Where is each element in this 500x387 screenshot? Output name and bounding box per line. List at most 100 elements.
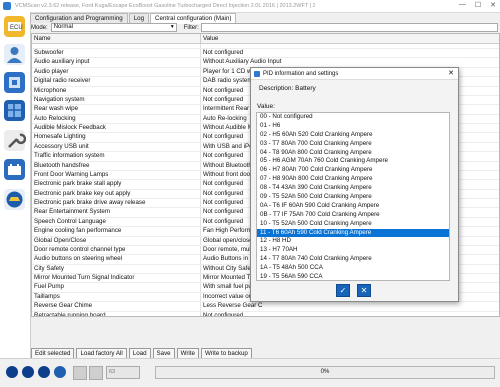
- row-name: Engine cooling fan performance: [32, 227, 201, 236]
- microchip-icon[interactable]: [3, 71, 26, 94]
- list-item[interactable]: 10 - T5 52Ah 500 Cold Cranking Ampere: [257, 220, 449, 229]
- row-name: Audible Mislock Feedback: [32, 124, 201, 133]
- mode-select[interactable]: Normal ▼: [50, 23, 177, 32]
- device-icon[interactable]: [89, 366, 103, 380]
- table-row[interactable]: Reverse Gear Chime Less Reverse Gear C: [32, 302, 499, 312]
- list-item[interactable]: 0A - T6 IF 60Ah 590 Cold Cranking Ampere: [257, 202, 449, 211]
- row-name: Navigation system: [32, 95, 201, 105]
- status-select[interactable]: 63: [106, 366, 140, 379]
- dialog-title: PID information and settings: [263, 70, 339, 77]
- title-bar: VCMScan v2.3.62 release, Ford Kuga/Escap…: [0, 0, 500, 13]
- row-name: Speech Control Language: [32, 217, 201, 227]
- tab-strip: Configuration and Programming Log Centra…: [30, 13, 237, 24]
- mode-label: Mode:: [31, 24, 48, 31]
- filter-label: Filter:: [183, 24, 199, 31]
- table-row[interactable]: Subwoofer Not configured: [32, 49, 499, 59]
- column-header-value[interactable]: Value: [201, 34, 218, 43]
- row-name: Traffic information system: [32, 152, 201, 161]
- row-name: Front Door Warning Lamps: [32, 170, 201, 180]
- row-name: Auto Relocking: [32, 114, 201, 123]
- list-item[interactable]: 08 - T4 43Ah 390 Cold Cranking Ampere: [257, 184, 449, 193]
- row-name: Reverse Gear Chime: [32, 302, 201, 311]
- row-value: Less Reverse Gear C: [203, 302, 263, 310]
- list-item[interactable]: 07 - H8 90Ah 800 Cold Cranking Ampere: [257, 175, 449, 184]
- close-icon[interactable]: ✕: [490, 1, 496, 9]
- table-row[interactable]: Retractable running board Not configured: [32, 311, 499, 317]
- row-name: Audio buttons on steering wheel: [32, 255, 201, 264]
- tab-log[interactable]: Log: [128, 13, 150, 23]
- stop-icon[interactable]: [22, 366, 34, 378]
- row-name: Taillamps: [32, 292, 201, 302]
- dialog-description: Description: Battery: [259, 85, 316, 92]
- row-name: Electronic park brake stall apply: [32, 180, 201, 189]
- chip-icon[interactable]: [3, 99, 26, 122]
- wrench-icon[interactable]: [3, 129, 26, 152]
- action-bar: Edit selected Load factory All Load Save…: [31, 348, 252, 359]
- row-name: Electronic park brake drive away release: [32, 199, 201, 208]
- settings-icon[interactable]: [73, 366, 87, 380]
- connect-icon[interactable]: [54, 366, 66, 378]
- car-body-icon[interactable]: [3, 188, 26, 211]
- app-icon: [3, 2, 11, 10]
- row-value: Without Auxiliary Audio Input: [203, 58, 282, 66]
- ecu-icon[interactable]: ECU: [3, 15, 26, 38]
- list-item[interactable]: 09 - T5 52Ah 500 Cold Cranking Ampere: [257, 193, 449, 202]
- row-name: Subwoofer: [32, 49, 201, 58]
- pid-settings-dialog: PID information and settings ✕ Descripti…: [250, 67, 459, 302]
- chevron-down-icon: ▼: [169, 24, 175, 30]
- play-icon[interactable]: [6, 366, 18, 378]
- ok-button[interactable]: ✓: [336, 284, 350, 297]
- row-name: Audio player: [32, 67, 201, 77]
- row-value: Not configured: [203, 311, 244, 317]
- list-item[interactable]: 06 - H7 80Ah 700 Cold Cranking Ampere: [257, 166, 449, 175]
- dialog-title-bar: PID information and settings ✕: [251, 68, 458, 80]
- row-name: Fuel Pump: [32, 283, 201, 292]
- row-name: Door remote control channel type: [32, 245, 201, 255]
- mode-value: Normal: [53, 24, 74, 30]
- list-item[interactable]: 14 - T7 80Ah 740 Cold Cranking Ampere: [257, 255, 449, 264]
- list-item[interactable]: 01 - H6: [257, 122, 449, 131]
- minimize-icon[interactable]: —: [459, 1, 466, 9]
- row-name: Accessory USB unit: [32, 142, 201, 152]
- list-item[interactable]: 04 - T8 90Ah 800 Cold Cranking Ampere: [257, 149, 449, 158]
- record-icon[interactable]: [38, 366, 50, 378]
- row-name: Electronic park brake key out apply: [32, 189, 201, 198]
- list-item[interactable]: 05 - H6 AGM 70Ah 760 Cold Cranking Amper…: [257, 157, 449, 166]
- row-name: Mirror Mounted Turn Signal Indicator: [32, 274, 201, 283]
- list-item[interactable]: 1A - T5 48Ah 500 CCA: [257, 264, 449, 273]
- value-label: Value:: [257, 103, 275, 110]
- list-item[interactable]: 02 - H5 60Ah 520 Cold Cranking Ampere: [257, 131, 449, 140]
- row-name: Retractable running board: [32, 311, 201, 316]
- window-title: VCMScan v2.3.62 release, Ford Kuga/Escap…: [15, 3, 315, 9]
- list-item[interactable]: 00 - Not configured: [257, 113, 449, 122]
- tab-configuration[interactable]: Configuration and Programming: [30, 13, 128, 23]
- value-listbox[interactable]: 00 - Not configured 01 - H6 02 - H5 60Ah 5…: [256, 112, 450, 281]
- row-name: Audio auxiliary input: [32, 58, 201, 67]
- progress-bar: 0%: [155, 366, 495, 379]
- list-item[interactable]: 0B - T7 IF 75Ah 700 Cold Cranking Ampere: [257, 211, 449, 220]
- mode-bar: Mode: Normal ▼ Filter:: [31, 23, 498, 32]
- list-item[interactable]: 11 - T6 60Ah 590 Cold Cranking Ampere: [257, 228, 449, 238]
- row-name: Global Open/Close: [32, 236, 201, 245]
- row-value: Not configured: [203, 49, 244, 56]
- dialog-app-icon: [254, 70, 260, 77]
- user-icon[interactable]: [3, 43, 26, 66]
- table-header: Name Value: [32, 34, 499, 44]
- row-name: Homesafe Lighting: [32, 133, 201, 142]
- cancel-button[interactable]: ✕: [357, 284, 371, 297]
- battery-icon[interactable]: [3, 158, 26, 181]
- description-value: Battery: [295, 85, 316, 92]
- column-header-name[interactable]: Name: [32, 34, 201, 43]
- list-item[interactable]: 03 - T7 80Ah 700 Cold Cranking Ampere: [257, 140, 449, 149]
- list-item[interactable]: 13 - H7 70AH: [257, 246, 449, 255]
- maximize-icon[interactable]: ☐: [475, 1, 481, 9]
- svg-text:ECU: ECU: [10, 25, 23, 31]
- list-item[interactable]: 19 - T5 56Ah 590 CCA: [257, 273, 449, 280]
- dialog-close-icon[interactable]: ✕: [448, 69, 454, 77]
- filter-input[interactable]: [200, 23, 498, 32]
- left-toolbar: ECU: [0, 12, 31, 358]
- list-item[interactable]: 12 - H8 HD: [257, 237, 449, 246]
- row-name: Digital radio receiver: [32, 77, 201, 86]
- row-name: Rear Entertainment System: [32, 208, 201, 217]
- row-name: Bluetooth handsfree: [32, 161, 201, 170]
